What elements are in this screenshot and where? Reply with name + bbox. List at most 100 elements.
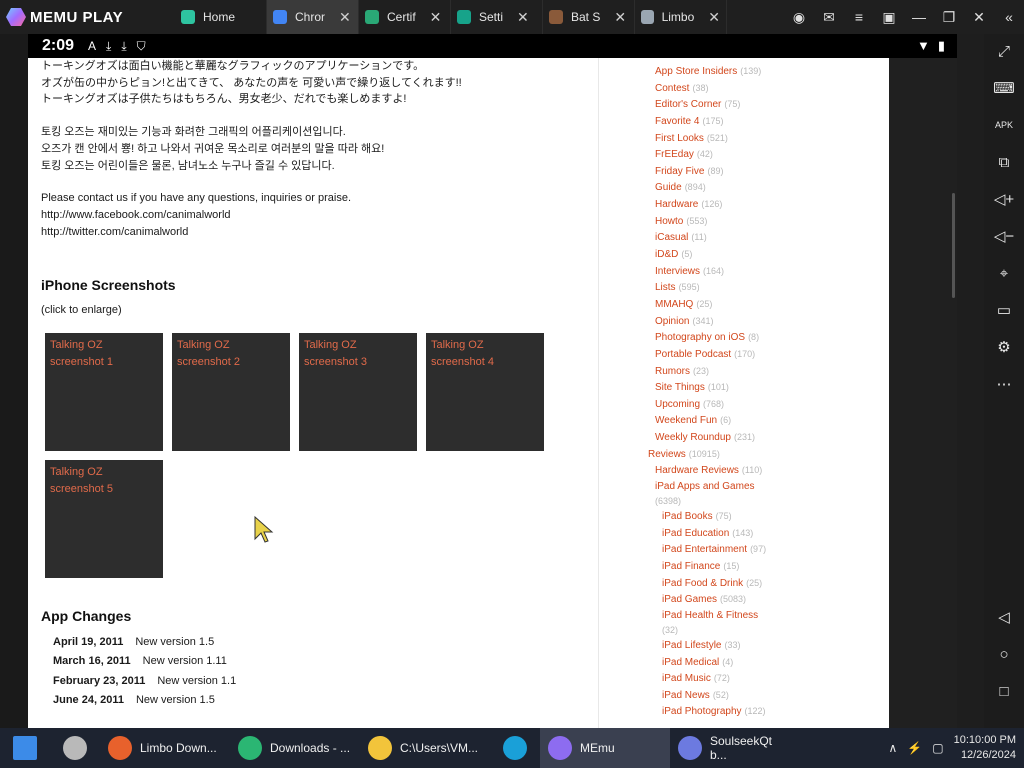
network-icon[interactable]: ⚡ xyxy=(907,741,922,755)
memu-icon xyxy=(548,736,572,760)
category-link[interactable]: MMAHQ (25) xyxy=(618,296,889,313)
taskbar-item[interactable]: Downloads - ... xyxy=(230,728,360,768)
taskbar-item[interactable]: Limbo Down... xyxy=(100,728,230,768)
category-link[interactable]: First Looks (521) xyxy=(618,130,889,147)
category-link[interactable]: iPad Finance (15) xyxy=(618,558,889,575)
emulator-tab[interactable]: Setti ✕ xyxy=(451,0,543,34)
category-link[interactable]: iCasual (11) xyxy=(618,229,889,246)
screenshot-thumb-5[interactable]: Talking OZ screenshot 5 xyxy=(45,459,163,578)
left-gutter xyxy=(0,34,28,728)
tab-close-icon[interactable]: ✕ xyxy=(517,9,529,26)
taskbar-item-label: MEmu xyxy=(580,741,615,755)
category-link[interactable]: iPad Education (143) xyxy=(618,525,889,542)
home-icon[interactable]: ○ xyxy=(984,641,1024,667)
category-link[interactable]: iPad Apps and Games (6398) xyxy=(618,479,889,508)
emulator-tab[interactable]: Home xyxy=(175,0,267,34)
apk-icon[interactable]: APK xyxy=(984,112,1024,138)
category-link[interactable]: Opinion (341) xyxy=(618,313,889,330)
tab-close-icon[interactable]: ✕ xyxy=(708,9,720,26)
category-link[interactable]: Hardware (126) xyxy=(618,196,889,213)
category-link[interactable]: Site Things (101) xyxy=(618,379,889,396)
volume-up-icon[interactable]: ◁+ xyxy=(984,186,1024,212)
category-link[interactable]: iPad Food & Drink (25) xyxy=(618,575,889,592)
category-link[interactable]: Upcoming (768) xyxy=(618,396,889,413)
more-icon[interactable]: ⋯ xyxy=(984,371,1024,397)
category-link[interactable]: Lists (595) xyxy=(618,279,889,296)
web-page: トーキングオズは面白い機能と華麗なグラフィックのアプリケーションです。 オズが缶… xyxy=(28,58,889,728)
taskbar-item[interactable] xyxy=(490,728,540,768)
tab-close-icon[interactable]: ✕ xyxy=(614,9,626,26)
category-link[interactable]: iPad Books (75) xyxy=(618,508,889,525)
category-link[interactable]: iPad Entertainment (97) xyxy=(618,541,889,558)
category-link[interactable]: iPad Lifestyle (33) xyxy=(618,637,889,654)
tray-chevron-icon[interactable]: ∧ xyxy=(889,741,898,755)
category-link[interactable]: Howto (553) xyxy=(618,213,889,230)
category-link[interactable]: Favorite 4 (175) xyxy=(618,113,889,130)
taskbar-clock[interactable]: 10:10:00 PM 12/26/2024 xyxy=(954,733,1016,763)
settings-icon[interactable]: ⚙ xyxy=(984,334,1024,360)
menu-icon[interactable]: ≡ xyxy=(844,0,874,34)
click-hint: (click to enlarge) xyxy=(41,304,122,317)
emulator-tab[interactable]: Certif ✕ xyxy=(359,0,451,34)
recents-icon[interactable]: □ xyxy=(984,678,1024,704)
category-link[interactable]: Rumors (23) xyxy=(618,363,889,380)
category-link[interactable]: Weekend Fun (6) xyxy=(618,412,889,429)
page-scroll-gap xyxy=(889,58,957,728)
category-link[interactable]: Reviews (10915) xyxy=(618,446,889,463)
display-icon[interactable]: ▢ xyxy=(932,741,943,755)
category-link[interactable]: iD&D (5) xyxy=(618,246,889,263)
close-button[interactable]: ✕ xyxy=(964,0,994,34)
emulator-tab[interactable]: Limbo ✕ xyxy=(635,0,727,34)
taskbar-item[interactable] xyxy=(0,728,50,768)
emulator-tab[interactable]: Chror ✕ xyxy=(267,0,359,34)
category-link[interactable]: Contest (38) xyxy=(618,80,889,97)
screenshot-thumb-1[interactable]: Talking OZ screenshot 1 xyxy=(45,332,163,451)
firefox-icon xyxy=(108,736,132,760)
screenshot-thumb-3[interactable]: Talking OZ screenshot 3 xyxy=(299,332,417,451)
wifi-icon: ▼ xyxy=(916,38,930,53)
tab-close-icon[interactable]: ✕ xyxy=(339,9,351,26)
maximize-button[interactable]: ❐ xyxy=(934,0,964,34)
multi-instance-icon[interactable]: ⧉ xyxy=(984,149,1024,175)
facebook-link[interactable]: http://www.facebook.com/canimalworld xyxy=(41,207,601,224)
category-link[interactable]: FrEEday (42) xyxy=(618,146,889,163)
category-link[interactable]: iPad Medical (4) xyxy=(618,654,889,671)
emulator-tab[interactable]: Bat S ✕ xyxy=(543,0,635,34)
collapse-sidebar-icon[interactable]: « xyxy=(994,0,1024,34)
folder-icon xyxy=(368,736,392,760)
category-link[interactable]: Hardware Reviews (110) xyxy=(618,462,889,479)
mail-icon[interactable]: ✉ xyxy=(814,0,844,34)
taskbar-item[interactable]: MEmu xyxy=(540,728,670,768)
category-link[interactable]: iPad Photography (122) xyxy=(618,703,889,720)
screenshot-thumb-4[interactable]: Talking OZ screenshot 4 xyxy=(426,332,544,451)
keyboard-icon[interactable]: ⌨ xyxy=(984,75,1024,101)
folder-icon[interactable]: ▭ xyxy=(984,297,1024,323)
taskbar-item[interactable] xyxy=(50,728,100,768)
category-link[interactable]: App Store Insiders (139) xyxy=(618,63,889,80)
account-icon[interactable]: ◉ xyxy=(784,0,814,34)
category-link[interactable]: iPad News (52) xyxy=(618,687,889,704)
tab-close-icon[interactable]: ✕ xyxy=(430,9,442,26)
minimize-button[interactable]: — xyxy=(904,0,934,34)
fullscreen-icon[interactable]: ⤢ xyxy=(984,38,1024,64)
taskbar-item[interactable]: C:\Users\VM... xyxy=(360,728,490,768)
category-link[interactable]: Photography on iOS (8) xyxy=(618,329,889,346)
category-link[interactable]: iPad Games (5083) xyxy=(618,591,889,608)
category-link[interactable]: Guide (894) xyxy=(618,179,889,196)
location-icon[interactable]: ⌖ xyxy=(984,260,1024,286)
category-link[interactable]: iPad Health & Fitness (32) xyxy=(618,608,889,637)
scrollbar[interactable] xyxy=(952,193,955,298)
volume-down-icon[interactable]: ◁− xyxy=(984,223,1024,249)
category-link[interactable]: Portable Podcast (170) xyxy=(618,346,889,363)
category-link[interactable]: Weekly Roundup (231) xyxy=(618,429,889,446)
memu-logo: MEMU PLAY xyxy=(0,7,175,27)
category-link[interactable]: Interviews (164) xyxy=(618,263,889,280)
taskbar-item[interactable]: SoulseekQt b... xyxy=(670,728,800,768)
category-link[interactable]: Friday Five (89) xyxy=(618,163,889,180)
category-link[interactable]: Editor's Corner (75) xyxy=(618,96,889,113)
screenshot-thumb-2[interactable]: Talking OZ screenshot 2 xyxy=(172,332,290,451)
twitter-link[interactable]: http://twitter.com/canimalworld xyxy=(41,224,601,241)
back-icon[interactable]: ◁ xyxy=(984,604,1024,630)
category-link[interactable]: iPad Music (72) xyxy=(618,670,889,687)
screen-icon[interactable]: ▣ xyxy=(874,0,904,34)
